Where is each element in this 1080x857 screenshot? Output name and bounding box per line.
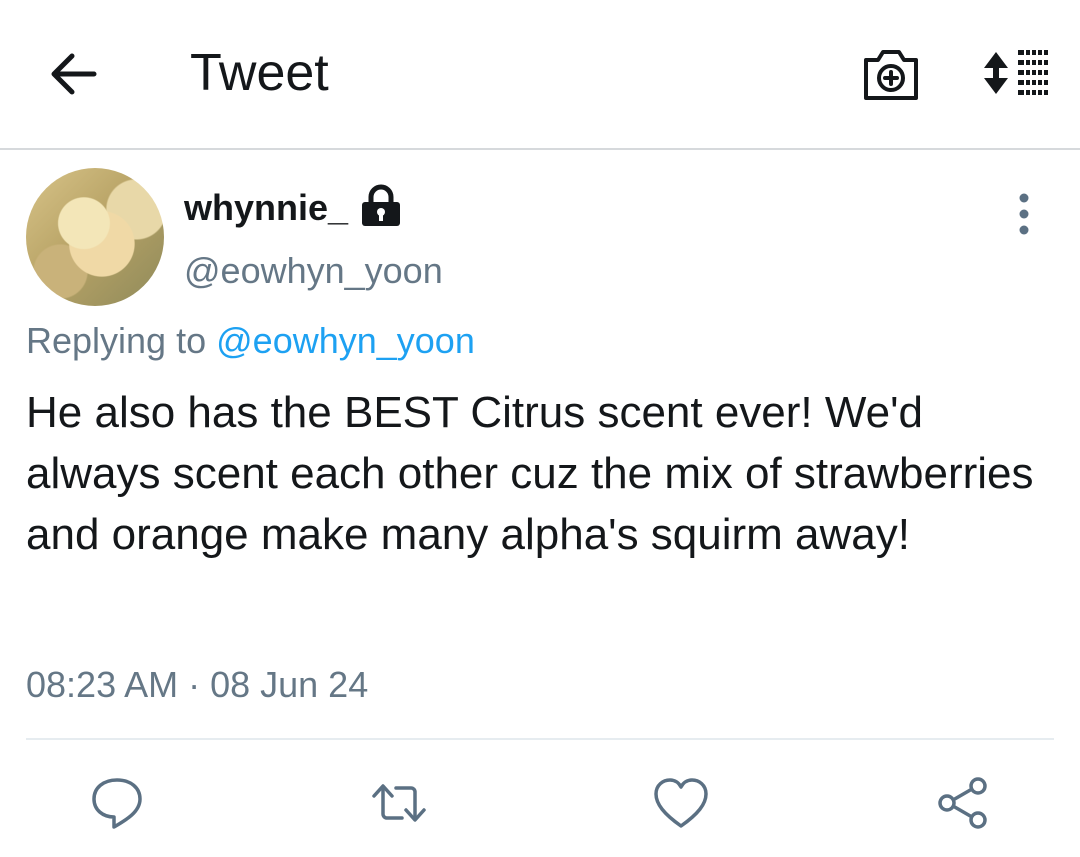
page-title: Tweet bbox=[190, 44, 329, 102]
arrow-left-icon[interactable] bbox=[44, 44, 104, 104]
display-name[interactable]: whynnie_ bbox=[184, 184, 348, 232]
camera-add-icon[interactable] bbox=[860, 44, 922, 104]
user-handle[interactable]: @eowhyn_yoon bbox=[184, 248, 443, 294]
avatar[interactable] bbox=[26, 168, 164, 306]
tweet-text: He also has the BEST Citrus scent ever! … bbox=[26, 388, 1034, 559]
like-icon[interactable] bbox=[652, 774, 710, 832]
lock-icon bbox=[362, 184, 400, 226]
reply-mention-link[interactable]: @eowhyn_yoon bbox=[216, 320, 475, 361]
retweet-icon[interactable] bbox=[370, 774, 428, 832]
share-icon[interactable] bbox=[934, 774, 992, 832]
sort-icon[interactable] bbox=[980, 44, 1052, 104]
more-options-icon[interactable] bbox=[1006, 190, 1042, 238]
app-header: Tweet bbox=[0, 0, 1080, 150]
reply-icon[interactable] bbox=[88, 774, 146, 832]
tweet-timestamp: 08:23 AM · 08 Jun 24 bbox=[26, 664, 369, 705]
reply-context: Replying to @eowhyn_yoon bbox=[26, 318, 475, 364]
divider bbox=[26, 738, 1054, 740]
reply-prefix: Replying to bbox=[26, 320, 207, 361]
